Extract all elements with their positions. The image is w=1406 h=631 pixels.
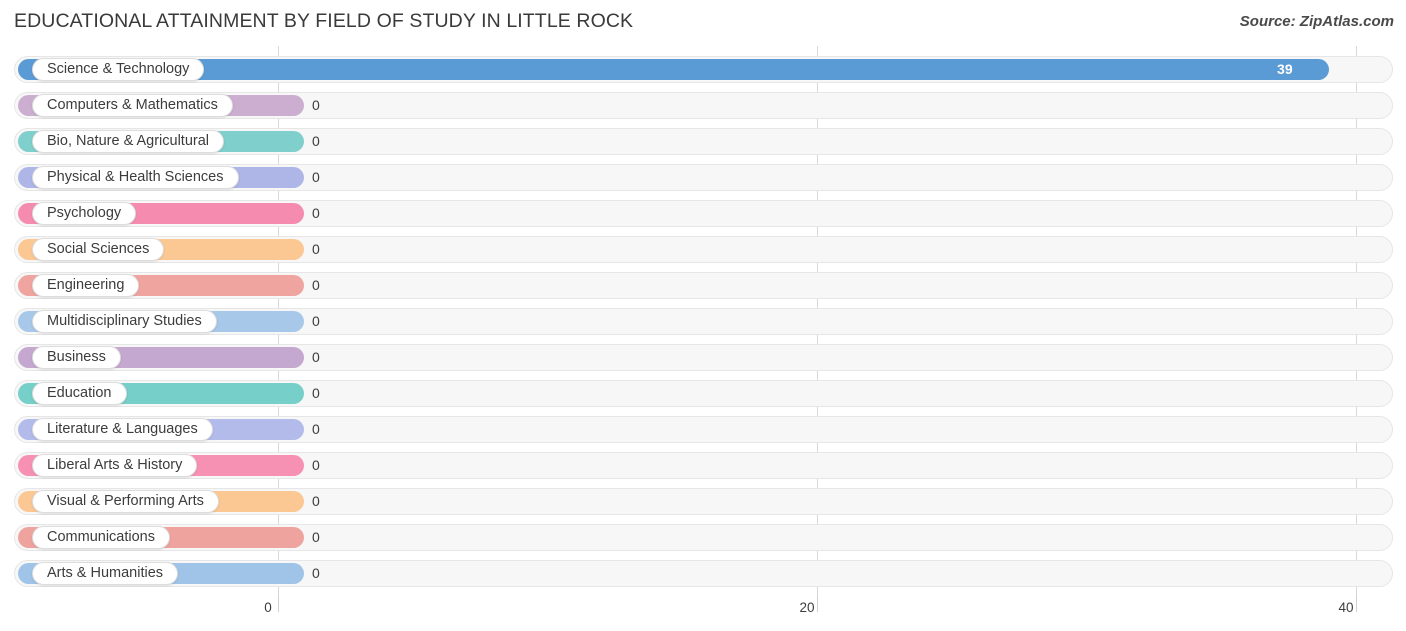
bar-row[interactable]: Visual & Performing Arts 0 <box>14 488 1393 515</box>
x-tick-label: 40 <box>1338 600 1354 615</box>
category-label: Multidisciplinary Studies <box>47 313 202 330</box>
category-label: Communications <box>47 529 155 546</box>
category-label: Social Sciences <box>47 241 150 258</box>
value-label: 0 <box>312 277 320 293</box>
tick-mark-40 <box>1356 596 1357 612</box>
category-label-pill: Education <box>32 382 127 405</box>
category-label-pill: Multidisciplinary Studies <box>32 310 217 333</box>
bar-row[interactable]: Engineering 0 <box>14 272 1393 299</box>
category-label-pill: Bio, Nature & Agricultural <box>32 130 224 153</box>
bar-row[interactable]: Multidisciplinary Studies 0 <box>14 308 1393 335</box>
bar-row[interactable]: Psychology 0 <box>14 200 1393 227</box>
value-label: 0 <box>312 169 320 185</box>
bar-row[interactable]: Literature & Languages 0 <box>14 416 1393 443</box>
category-label-pill: Literature & Languages <box>32 418 213 441</box>
bar-row[interactable]: Business 0 <box>14 344 1393 371</box>
tick-mark-0 <box>278 596 279 612</box>
category-label-pill: Engineering <box>32 274 140 297</box>
value-label: 0 <box>312 349 320 365</box>
bar-row[interactable]: Education 0 <box>14 380 1393 407</box>
category-label: Arts & Humanities <box>47 565 164 582</box>
category-label-pill: Physical & Health Sciences <box>32 166 239 189</box>
category-label: Bio, Nature & Agricultural <box>47 133 209 150</box>
value-label: 0 <box>312 313 320 329</box>
bar-rows: Science & Technology 39 Computers & Mathem… <box>0 46 1406 596</box>
value-label: 0 <box>312 385 320 401</box>
x-tick-label: 20 <box>799 600 815 615</box>
category-label-pill: Social Sciences <box>32 238 165 261</box>
category-label-pill: Liberal Arts & History <box>32 454 198 477</box>
value-label: 0 <box>312 565 320 581</box>
bar-row[interactable]: Physical & Health Sciences 0 <box>14 164 1393 191</box>
value-label: 0 <box>312 205 320 221</box>
value-label: 0 <box>312 529 320 545</box>
bar-row[interactable]: Arts & Humanities 0 <box>14 560 1393 587</box>
chart-plot-area: Science & Technology 39 Computers & Mathem… <box>0 46 1406 596</box>
value-label: 39 <box>1277 61 1293 77</box>
value-label: 0 <box>312 241 320 257</box>
category-label-pill: Psychology <box>32 202 137 225</box>
x-axis: 0 20 40 <box>0 596 1406 631</box>
value-bar[interactable] <box>18 59 1330 80</box>
category-label: Education <box>47 385 112 402</box>
value-label: 0 <box>312 457 320 473</box>
x-tick-label: 0 <box>264 600 272 615</box>
category-label-pill: Computers & Mathematics <box>32 94 233 117</box>
chart-header: EDUCATIONAL ATTAINMENT BY FIELD OF STUDY… <box>0 0 1406 46</box>
bar-row[interactable]: Computers & Mathematics 0 <box>14 92 1393 119</box>
category-label: Engineering <box>47 277 125 294</box>
value-label: 0 <box>312 493 320 509</box>
bar-row[interactable]: Bio, Nature & Agricultural 0 <box>14 128 1393 155</box>
category-label: Science & Technology <box>47 61 190 78</box>
category-label: Liberal Arts & History <box>47 457 183 474</box>
category-label: Computers & Mathematics <box>47 97 218 114</box>
category-label-pill: Business <box>32 346 121 369</box>
category-label-pill: Communications <box>32 526 170 549</box>
value-label: 0 <box>312 421 320 437</box>
bar-row[interactable]: Communications 0 <box>14 524 1393 551</box>
category-label: Visual & Performing Arts <box>47 493 204 510</box>
value-label: 0 <box>312 133 320 149</box>
page-title: EDUCATIONAL ATTAINMENT BY FIELD OF STUDY… <box>14 10 634 32</box>
bar-row[interactable]: Social Sciences 0 <box>14 236 1393 263</box>
bar-row[interactable]: Liberal Arts & History 0 <box>14 452 1393 479</box>
bar-row[interactable]: Science & Technology 39 <box>14 56 1393 83</box>
value-label: 0 <box>312 97 320 113</box>
tick-mark-20 <box>817 596 818 612</box>
category-label: Physical & Health Sciences <box>47 169 224 186</box>
source-attribution: Source: ZipAtlas.com <box>1239 13 1394 30</box>
category-label-pill: Science & Technology <box>32 58 205 81</box>
category-label-pill: Visual & Performing Arts <box>32 490 219 513</box>
category-label: Psychology <box>47 205 122 222</box>
category-label: Literature & Languages <box>47 421 198 438</box>
category-label-pill: Arts & Humanities <box>32 562 179 585</box>
category-label: Business <box>47 349 106 366</box>
